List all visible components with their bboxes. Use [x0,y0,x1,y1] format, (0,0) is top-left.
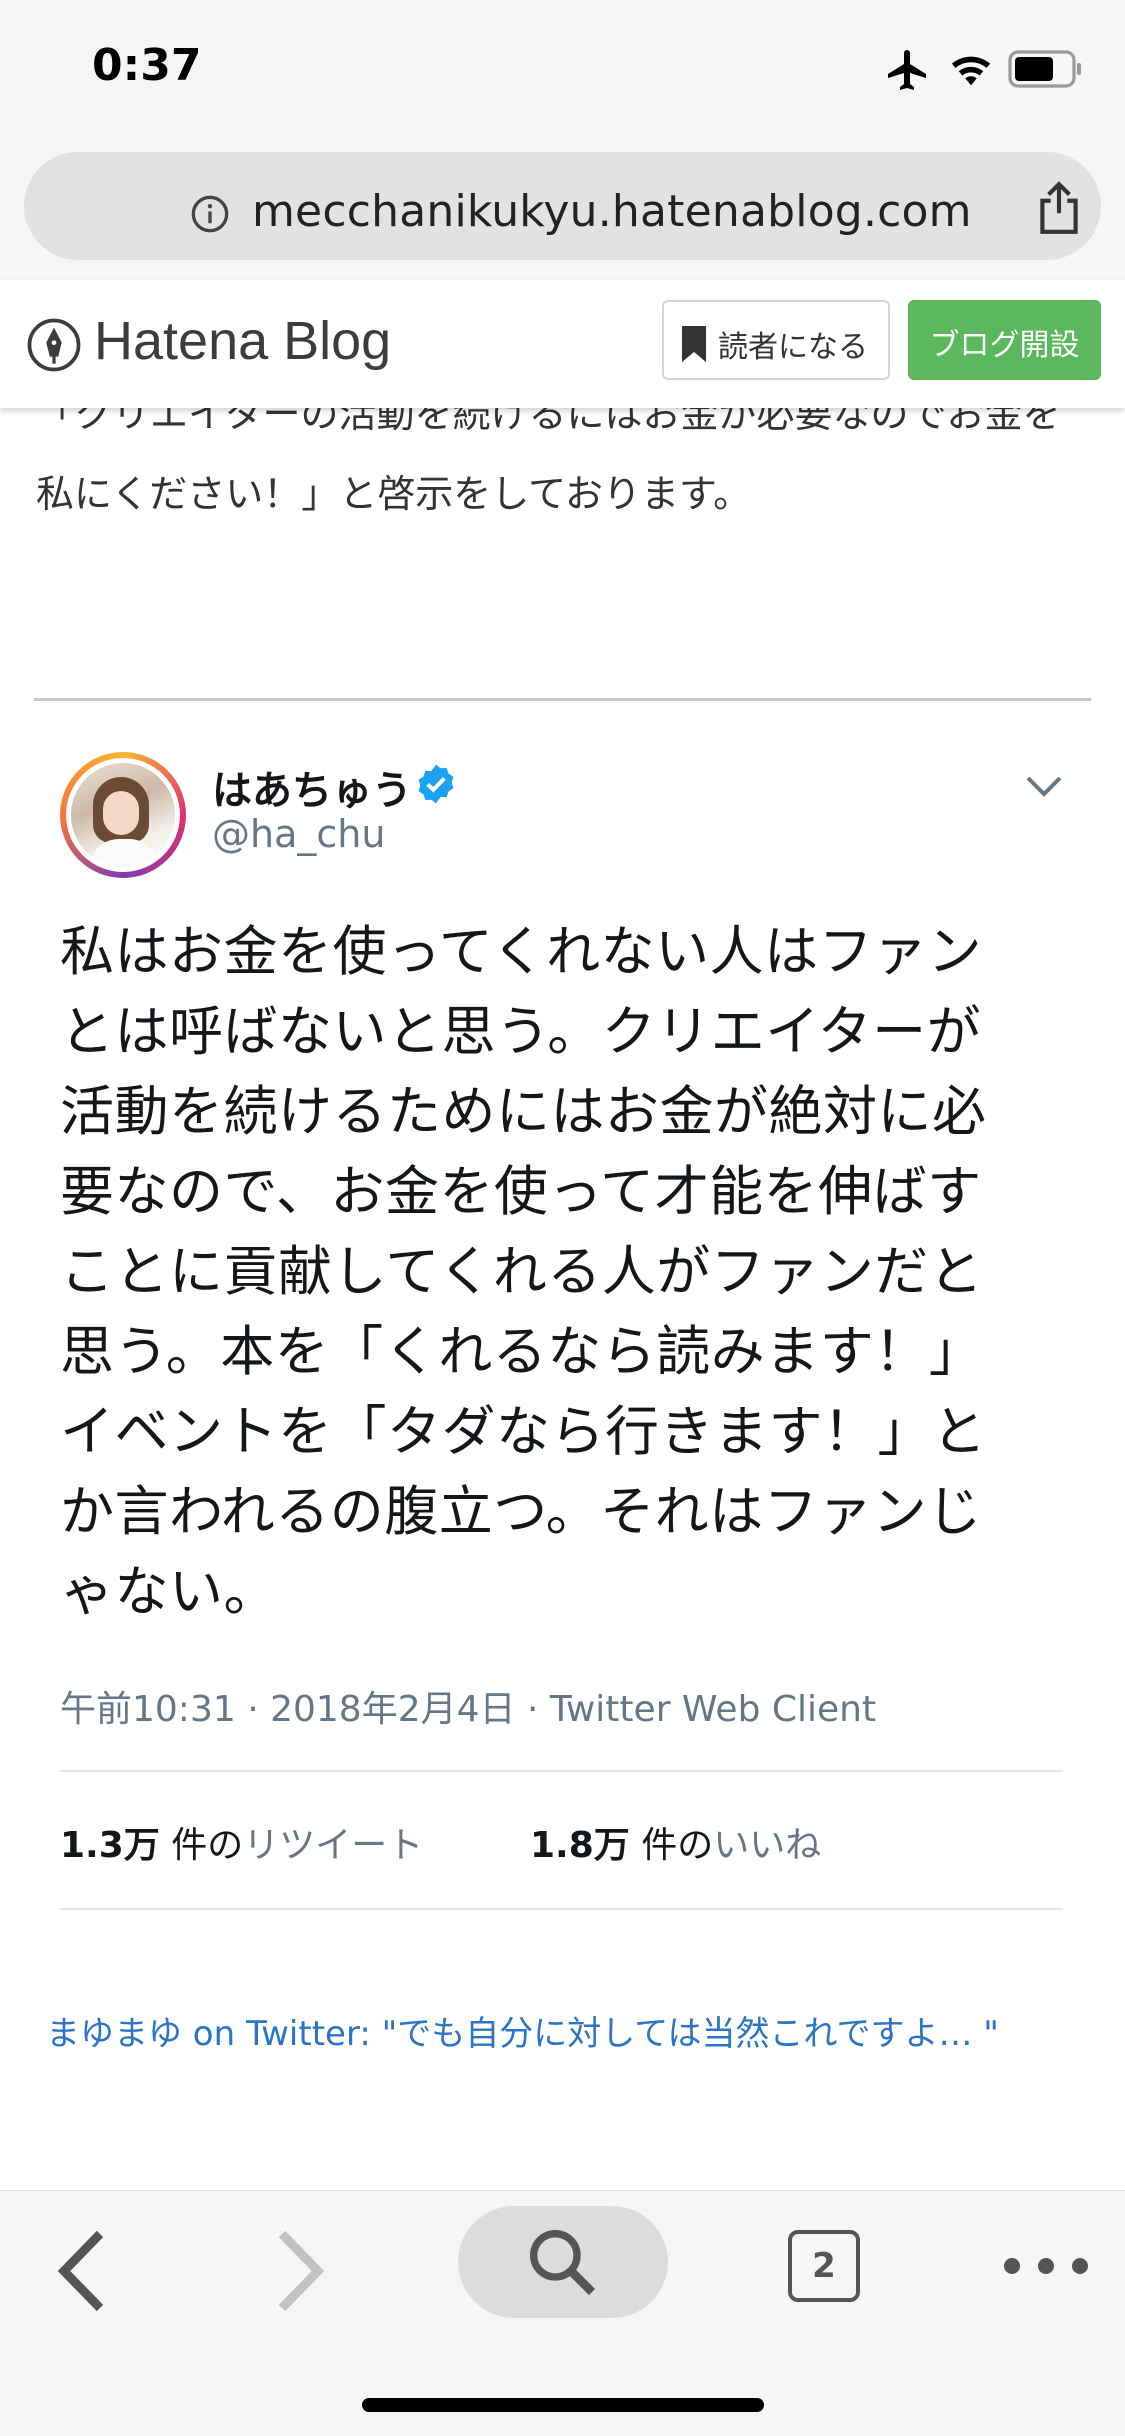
status-time: 0:37 [92,40,202,91]
tweet-author-handle[interactable]: @ha_chu [212,812,385,856]
url-text[interactable]: mecchanikukyu.hatenablog.com [252,186,972,237]
subscribe-reader-button[interactable]: 読者になる [662,300,890,380]
tweet-divider [34,698,1091,701]
browser-address-area: mecchanikukyu.hatenablog.com [0,140,1125,280]
hatena-blog-header: Hatena Blog 読者になる ブログ開設 [0,280,1125,408]
retweet-label: リツイート [243,1825,424,1866]
embedded-tweet-link[interactable]: まゆまゆ on Twitter: "でも自分に対しては当然これですよ… " [46,2006,999,2055]
share-icon[interactable] [1034,180,1084,236]
home-indicator[interactable] [362,2398,764,2412]
start-blog-button[interactable]: ブログ開設 [908,300,1101,380]
like-of: 件の [629,1825,714,1866]
hatena-logo-text[interactable]: Hatena Blog [94,310,391,372]
avatar[interactable] [60,752,186,878]
hatena-pen-icon[interactable] [26,317,82,373]
wifi-icon [951,56,991,86]
bookmark-icon [682,326,706,362]
article-body: 「クリエイターの活動を続けるにはお金が必要なのでお金を私にください！」と啓示をし… [0,408,1125,528]
verified-icon [418,764,454,804]
retweet-of: 件の [159,1825,244,1866]
like-count[interactable]: 1.8万 件のいいね [530,1816,821,1868]
tab-count: 2 [788,2230,860,2302]
start-blog-label: ブログ開設 [929,328,1080,363]
info-icon[interactable] [190,194,230,234]
divider [60,1908,1063,1910]
status-bar: 0:37 [0,0,1125,140]
search-button[interactable] [458,2206,668,2318]
like-number: 1.8万 [530,1825,630,1866]
tweet-text: 私はお金を使ってくれない人はファン とは呼ばないと思う。クリエイターが 活動を続… [60,920,987,1623]
retweet-count[interactable]: 1.3万 件のリツイート [60,1816,423,1868]
article-paragraph: 「クリエイターの活動を続けるにはお金が必要なのでお金を私にください！」と啓示をし… [36,408,1061,516]
address-bar[interactable]: mecchanikukyu.hatenablog.com [24,152,1101,260]
tabs-button[interactable]: 2 [788,2230,860,2302]
retweet-number: 1.3万 [60,1825,160,1866]
airplane-icon [888,50,926,90]
battery-icon [1008,50,1081,88]
tweet-author-name[interactable]: はあちゅう [212,758,412,816]
like-label: いいね [713,1825,822,1866]
more-icon[interactable] [1004,2246,1094,2286]
tweet-timestamp[interactable]: 午前10:31 · 2018年2月4日 · Twitter Web Client [60,1680,876,1732]
caret-down-icon[interactable] [1024,770,1064,802]
back-icon[interactable] [52,2226,112,2316]
divider [60,1770,1063,1772]
search-icon [530,2230,596,2296]
reader-button-label: 読者になる [718,330,868,365]
forward-icon[interactable] [270,2226,330,2316]
